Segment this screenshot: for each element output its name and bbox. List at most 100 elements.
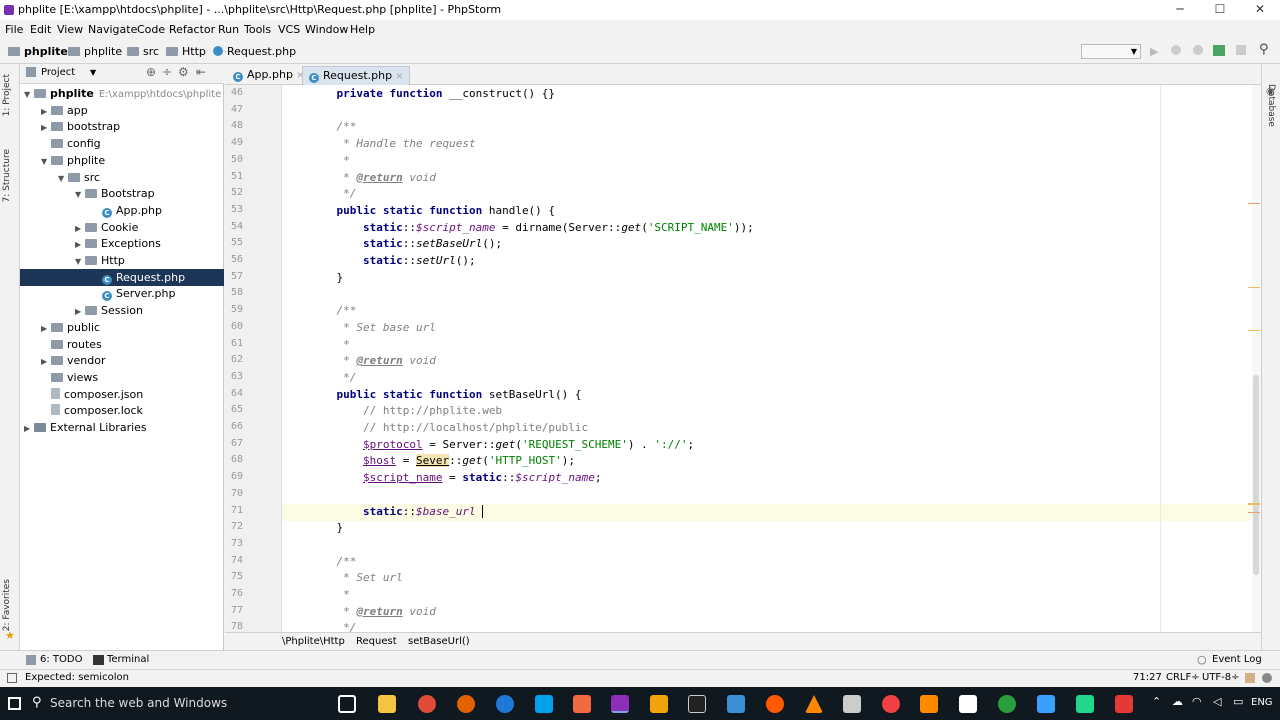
- debug-icon[interactable]: [1171, 45, 1181, 55]
- menu-tools[interactable]: Tools: [244, 23, 271, 36]
- line-number[interactable]: 53: [225, 204, 243, 215]
- app3-icon[interactable]: [1115, 695, 1133, 713]
- sync-icon[interactable]: [1037, 695, 1055, 713]
- tree-item-composer-json[interactable]: composer.json: [20, 386, 224, 403]
- tree-item-request-php[interactable]: C Request.php: [20, 268, 224, 286]
- line-number[interactable]: 54: [225, 221, 243, 232]
- menu-help[interactable]: Help: [350, 23, 375, 36]
- tree-item-config[interactable]: config: [20, 135, 224, 152]
- line-number[interactable]: 57: [225, 271, 243, 282]
- menu-run[interactable]: Run: [218, 23, 239, 36]
- nav-crumb-root[interactable]: phplite: [8, 45, 68, 58]
- line-number[interactable]: 65: [225, 404, 243, 415]
- line-number[interactable]: 69: [225, 471, 243, 482]
- code-line[interactable]: }: [310, 271, 343, 284]
- postman-icon[interactable]: [766, 695, 784, 713]
- code-line[interactable]: */: [310, 371, 356, 384]
- database-tool-button[interactable]: Database: [1266, 84, 1276, 127]
- editor-scrollbar[interactable]: [1248, 85, 1261, 632]
- error-stripe-marker[interactable]: [1248, 512, 1260, 513]
- line-number[interactable]: 62: [225, 354, 243, 365]
- code-line[interactable]: /**: [310, 120, 357, 133]
- stop-icon[interactable]: [1236, 45, 1246, 55]
- line-number[interactable]: 68: [225, 454, 243, 465]
- terminal-taskbar-icon[interactable]: [688, 695, 706, 713]
- tree-item-external-libraries[interactable]: ▶ External Libraries: [20, 419, 224, 436]
- code-line[interactable]: static::setBaseUrl();: [310, 237, 502, 250]
- chevron-down-icon[interactable]: ▼: [90, 68, 96, 77]
- coverage-icon[interactable]: [1193, 45, 1203, 55]
- collapsed-arrow-icon[interactable]: ▶: [41, 320, 51, 337]
- project-view-label[interactable]: Project: [41, 67, 75, 78]
- line-number[interactable]: 49: [225, 137, 243, 148]
- tree-item-views[interactable]: views: [20, 369, 224, 386]
- battery-icon[interactable]: ▭: [1233, 695, 1243, 708]
- code-line[interactable]: public static function handle() {: [310, 204, 556, 217]
- line-number[interactable]: 58: [225, 287, 243, 298]
- language-indicator[interactable]: ENG: [1251, 697, 1273, 708]
- code-line[interactable]: * @return void: [310, 605, 436, 618]
- hide-icon[interactable]: ⇤: [196, 65, 206, 79]
- line-number[interactable]: 74: [225, 555, 243, 566]
- phpstorm-taskbar-icon[interactable]: [611, 695, 629, 713]
- breadcrumb-method[interactable]: setBaseUrl(): [408, 636, 470, 647]
- code-line[interactable]: * Set base url: [310, 321, 436, 334]
- menu-file[interactable]: File: [5, 23, 23, 36]
- warning-stripe-marker[interactable]: [1248, 330, 1260, 331]
- nav-crumb-src[interactable]: src: [127, 45, 159, 58]
- code-line[interactable]: // http://phplite.web: [310, 404, 502, 417]
- windows-start-icon[interactable]: [8, 697, 21, 710]
- scrollbar-thumb[interactable]: [1253, 375, 1259, 575]
- menu-edit[interactable]: Edit: [30, 23, 51, 36]
- minimize-button[interactable]: ─: [1160, 0, 1200, 20]
- run-config-dropdown[interactable]: ▼: [1081, 44, 1141, 59]
- menu-navigate[interactable]: Navigate: [88, 23, 137, 36]
- menu-vcs[interactable]: VCS: [278, 23, 300, 36]
- line-number[interactable]: 61: [225, 338, 243, 349]
- terminal-tool-button[interactable]: Terminal: [107, 654, 149, 665]
- code-line[interactable]: */: [310, 621, 356, 632]
- tree-item-bootstrap[interactable]: ▼ Bootstrap: [20, 185, 224, 202]
- collapsed-arrow-icon[interactable]: ▶: [24, 420, 34, 437]
- line-separator[interactable]: CRLF÷: [1166, 672, 1200, 683]
- project-tool-button[interactable]: 1: Project: [2, 74, 12, 116]
- collapsed-arrow-icon[interactable]: ▶: [75, 220, 85, 237]
- todo-tool-button[interactable]: 6: TODO: [40, 654, 82, 665]
- code-line[interactable]: static::$base_url: [310, 504, 490, 518]
- tree-item-phplite[interactable]: ▼ phplite: [20, 152, 224, 169]
- sublime-icon[interactable]: [650, 695, 668, 713]
- menu-view[interactable]: View: [57, 23, 83, 36]
- line-number[interactable]: 75: [225, 571, 243, 582]
- chevron-up-icon[interactable]: ⌃: [1152, 695, 1161, 708]
- expanded-arrow-icon[interactable]: ▼: [24, 86, 34, 103]
- firefox-icon[interactable]: [457, 695, 475, 713]
- line-number[interactable]: 70: [225, 488, 243, 499]
- code-line[interactable]: static::setUrl();: [310, 254, 476, 267]
- line-number[interactable]: 66: [225, 421, 243, 432]
- breadcrumb-class[interactable]: Request: [356, 636, 397, 647]
- tree-item-server-php[interactable]: C Server.php: [20, 285, 224, 302]
- line-number[interactable]: 78: [225, 621, 243, 632]
- chrome-icon[interactable]: [418, 695, 436, 713]
- line-number[interactable]: 63: [225, 371, 243, 382]
- code-line[interactable]: /**: [310, 555, 357, 568]
- search-icon[interactable]: ⚲: [32, 695, 42, 710]
- tree-item-composer-lock[interactable]: composer.lock: [20, 402, 224, 419]
- tree-item-cookie[interactable]: ▶ Cookie: [20, 219, 224, 236]
- collapsed-arrow-icon[interactable]: ▶: [75, 236, 85, 253]
- maximize-button[interactable]: ☐: [1200, 0, 1240, 20]
- skype-icon[interactable]: [535, 695, 553, 713]
- menu-window[interactable]: Window: [305, 23, 348, 36]
- favorites-tool-button[interactable]: 2: Favorites: [2, 579, 12, 631]
- line-number[interactable]: 50: [225, 154, 243, 165]
- collapsed-arrow-icon[interactable]: ▶: [41, 353, 51, 370]
- code-line[interactable]: }: [310, 521, 343, 534]
- caret-position[interactable]: 71:27: [1133, 672, 1162, 683]
- nav-crumb-file[interactable]: Request.php: [213, 45, 296, 58]
- inspector-icon[interactable]: [1262, 673, 1272, 683]
- line-number[interactable]: 64: [225, 388, 243, 399]
- tab-request-php[interactable]: C Request.php ✕: [302, 66, 411, 85]
- close-icon[interactable]: ✕: [396, 72, 404, 82]
- collapsed-arrow-icon[interactable]: ▶: [41, 119, 51, 136]
- vlc-icon[interactable]: [805, 695, 823, 713]
